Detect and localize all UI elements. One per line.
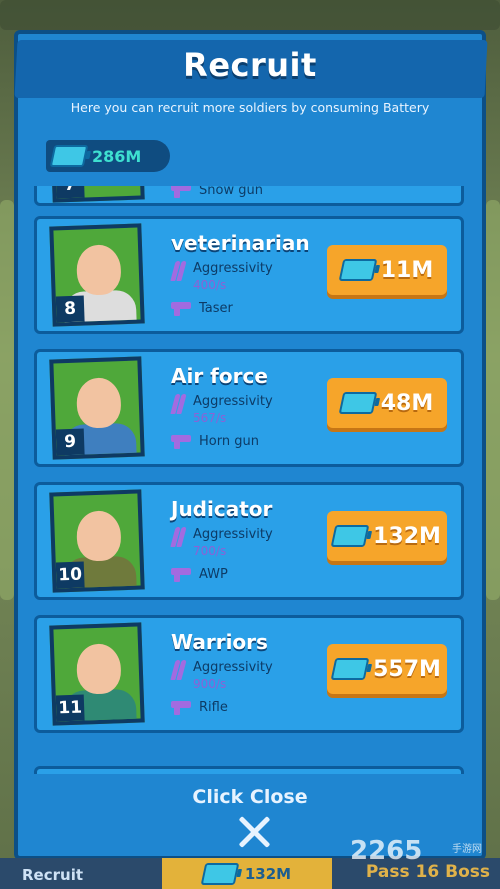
dialog-subtitle: Here you can recruit more soldiers by co… bbox=[70, 100, 430, 115]
stat-value: 700/s bbox=[193, 544, 227, 558]
price-label: 557M bbox=[373, 656, 441, 682]
stat-row: Aggressivity 700/s bbox=[170, 527, 273, 559]
weapon-label: Snow gun bbox=[199, 186, 263, 198]
stat-label: Aggressivity bbox=[193, 394, 273, 409]
weapon-label: Taser bbox=[199, 301, 233, 316]
gun-icon bbox=[171, 700, 191, 715]
weapon-row: Rifle bbox=[171, 700, 228, 715]
soldier-name: Warriors bbox=[171, 630, 268, 654]
battery-icon bbox=[330, 658, 370, 680]
weapon-label: AWP bbox=[199, 567, 228, 582]
dialog-title: Recruit bbox=[183, 46, 317, 84]
soldier-card: 9 Air force Aggressivity 567/s Horn gun … bbox=[34, 349, 464, 467]
stat-label: Aggressivity bbox=[193, 527, 273, 542]
gun-icon bbox=[171, 434, 191, 449]
weapon-row: Taser bbox=[171, 301, 233, 316]
ammo-icon bbox=[170, 261, 187, 283]
bottom-battery-counter: 132M bbox=[162, 858, 332, 889]
weapon-label: Rifle bbox=[199, 700, 228, 715]
recruit-buy-button[interactable]: 48M bbox=[327, 378, 447, 428]
weapon-row: Snow gun bbox=[171, 186, 263, 198]
battery-icon bbox=[338, 392, 378, 414]
ammo-icon bbox=[170, 527, 187, 549]
gun-icon bbox=[171, 301, 191, 316]
soldier-card: 11 Warriors Aggressivity 900/s Rifle 557… bbox=[34, 615, 464, 733]
soldier-portrait: 11 bbox=[49, 622, 145, 726]
stat-value: 400/s bbox=[193, 278, 227, 292]
recruit-buy-button[interactable]: 557M bbox=[327, 644, 447, 694]
stat-value: 900/s bbox=[193, 677, 227, 691]
soldier-level: 8 bbox=[55, 295, 85, 323]
watermark-logo: 2265 bbox=[350, 836, 423, 866]
price-label: 132M bbox=[373, 523, 441, 549]
gun-icon bbox=[171, 567, 191, 582]
recruit-buy-button[interactable]: 132M bbox=[327, 511, 447, 561]
soldier-list[interactable]: 7 Snow gun 8 veterinarian Aggressivity 4… bbox=[26, 186, 474, 774]
price-label: 11M bbox=[380, 257, 434, 283]
soldier-name: veterinarian bbox=[171, 231, 310, 255]
ammo-icon bbox=[170, 394, 187, 416]
soldier-level: 9 bbox=[55, 428, 85, 456]
background-top-strip bbox=[0, 0, 500, 30]
battery-icon bbox=[49, 145, 89, 167]
battery-balance: 286M bbox=[46, 140, 170, 172]
stat-label: Aggressivity bbox=[193, 660, 273, 675]
soldier-card: 8 veterinarian Aggressivity 400/s Taser … bbox=[34, 216, 464, 334]
soldier-level: 7 bbox=[55, 186, 85, 199]
close-label[interactable]: Click Close bbox=[18, 786, 482, 808]
battery-icon bbox=[330, 525, 370, 547]
weapon-row: AWP bbox=[171, 567, 228, 582]
soldier-portrait: 10 bbox=[49, 489, 145, 593]
background-left-strip bbox=[0, 200, 14, 600]
recruit-buy-button[interactable]: 11M bbox=[327, 245, 447, 295]
soldier-card: 10 Judicator Aggressivity 700/s AWP 132M bbox=[34, 482, 464, 600]
battery-balance-value: 286M bbox=[92, 146, 142, 166]
portrait-head bbox=[75, 643, 122, 695]
portrait-head bbox=[75, 377, 122, 429]
ammo-icon bbox=[170, 660, 187, 682]
soldier-level: 11 bbox=[55, 694, 85, 722]
soldier-portrait: 8 bbox=[49, 223, 145, 327]
soldier-level: 10 bbox=[55, 561, 85, 589]
stat-row: Aggressivity 900/s bbox=[170, 660, 273, 692]
recruit-dialog: Recruit Here you can recruit more soldie… bbox=[14, 30, 488, 860]
soldier-name: Judicator bbox=[171, 497, 273, 521]
soldier-card-partial-bottom bbox=[34, 766, 464, 774]
stat-row: Aggressivity 400/s bbox=[170, 261, 273, 293]
portrait-head bbox=[75, 244, 122, 296]
weapon-row: Horn gun bbox=[171, 434, 259, 449]
bottom-battery-value: 132M bbox=[244, 864, 292, 883]
stat-value: 567/s bbox=[193, 411, 227, 425]
battery-icon bbox=[200, 862, 240, 885]
stat-row: Aggressivity 567/s bbox=[170, 394, 273, 426]
bottom-recruit-tab[interactable]: Recruit bbox=[22, 866, 83, 884]
close-icon[interactable] bbox=[236, 814, 272, 850]
weapon-label: Horn gun bbox=[199, 434, 259, 449]
watermark-sub: 手游网 bbox=[452, 844, 482, 855]
portrait-head bbox=[75, 510, 122, 562]
background-right-strip bbox=[486, 200, 500, 600]
battery-icon bbox=[338, 259, 378, 281]
soldier-portrait: 7 bbox=[49, 186, 145, 203]
soldier-portrait: 9 bbox=[49, 356, 145, 460]
soldier-name: Air force bbox=[171, 364, 268, 388]
soldier-card-partial-top: 7 Snow gun bbox=[34, 186, 464, 206]
gun-icon bbox=[171, 186, 191, 198]
price-label: 48M bbox=[380, 390, 434, 416]
stat-label: Aggressivity bbox=[193, 261, 273, 276]
